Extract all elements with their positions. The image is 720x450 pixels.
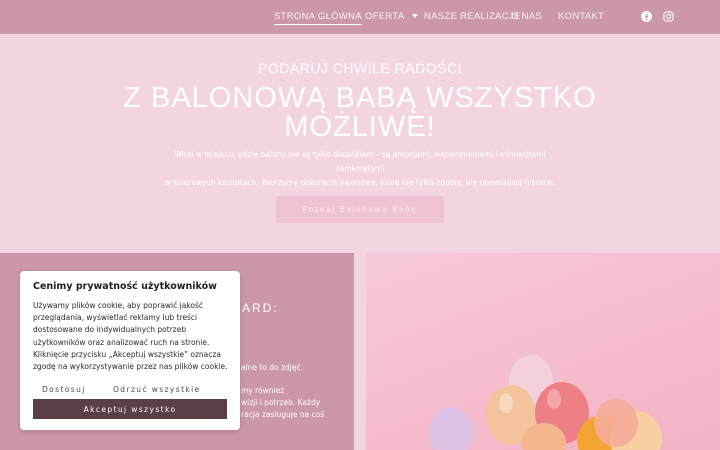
cookie-consent-dialog: Cenimy prywatność użytkowników Używamy p… [20, 271, 240, 430]
instagram-icon[interactable] [663, 11, 674, 22]
hero-title-line1: Z BALONOWĄ BABĄ WSZYSTKO [123, 82, 597, 114]
discover-button[interactable]: Poznaj Balonową Babę [276, 196, 444, 223]
customize-button[interactable]: Dostosuj [42, 385, 86, 394]
nav-item-home[interactable]: STRONA GŁÓWNA [274, 11, 362, 25]
nav-item-offer[interactable]: OFERTA [365, 11, 419, 22]
nav-item-realizations[interactable]: NASZE REALIZACJE [424, 11, 521, 22]
top-navigation: STRONA GŁÓWNA OFERTA NASZE REALIZACJE O … [0, 0, 720, 34]
cookie-description-line: przeglądania, wyświetlać reklamy lub tre… [33, 313, 198, 323]
accept-all-button[interactable]: Akceptuj wszystko [33, 399, 227, 419]
nav-item-offer-label: OFERTA [365, 11, 405, 22]
chevron-down-icon [412, 14, 419, 19]
cookie-title: Cenimy prywatność użytkowników [33, 281, 217, 292]
nav-item-about[interactable]: O NAS [511, 11, 542, 22]
section-text-line: alne to do zdjęć. [241, 363, 303, 372]
divider [354, 253, 366, 450]
section-text-line: my również [241, 386, 285, 395]
hero-description-line2: w kolorowych kształtach. Tworzymy dekora… [164, 178, 556, 187]
section-text-line: wizji i potrzeb. Każdy [241, 398, 321, 407]
balloons-illustration [429, 355, 662, 450]
balloons-image [366, 253, 720, 450]
cookie-description-line: Używamy plików cookie, aby poprawić jako… [33, 301, 204, 310]
hero-section: PODARUJ CHWILE RADOŚCI Z BALONOWĄ BABĄ W… [0, 34, 720, 253]
reject-all-button[interactable]: Odrzuć wszystkie [113, 385, 201, 394]
facebook-icon[interactable] [641, 11, 652, 22]
nav-item-contact[interactable]: KONTAKT [558, 11, 604, 22]
hero-subtitle: PODARUJ CHWILE RADOŚCI [258, 60, 462, 76]
cookie-description-line: użytkowników oraz analizować ruch na str… [33, 337, 210, 347]
hero-title: Z BALONOWĄ BABĄ WSZYSTKO MOŻLIWE! [0, 84, 720, 142]
section-text-line: racja zasługuje na coś [241, 410, 325, 419]
cookie-description: Używamy plików cookie, aby poprawić jako… [33, 300, 233, 373]
cookie-description-line: Kliknięcie przycisku „Akceptuj wszystkie… [33, 349, 221, 359]
hero-description-line1: Witaj w miejscu, gdzie balony nie są tyl… [174, 150, 546, 173]
cookie-description-line: zgodę na wykorzystywanie przez nas plikó… [33, 362, 228, 372]
cookie-description-line: dostosowane do indywidualnych potrzeb [33, 325, 187, 335]
section-heading: ARD: [242, 301, 279, 315]
hero-title-line2: MOŻLIWE! [284, 111, 436, 143]
hero-description: Witaj w miejscu, gdzie balony nie są tyl… [150, 148, 570, 190]
